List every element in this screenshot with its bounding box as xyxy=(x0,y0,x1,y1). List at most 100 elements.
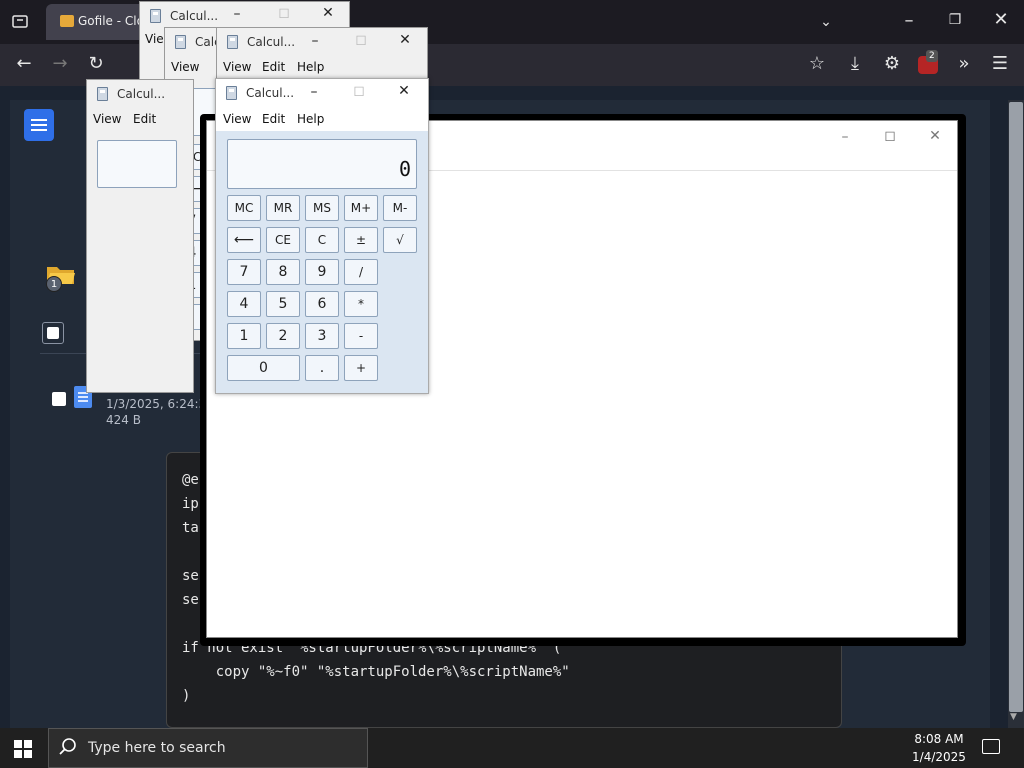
key-sqrt[interactable]: √ xyxy=(383,227,417,253)
key-9[interactable]: 9 xyxy=(305,259,339,285)
folder-count-badge: 1 xyxy=(46,276,62,292)
clock-date[interactable]: 1/4/2025 xyxy=(904,750,974,764)
key-multiply[interactable]: * xyxy=(344,291,378,317)
calculator-body: 0 MC MR MS M+ M- ⟵ CE C ± √ 7 8 9 / 4 5 … xyxy=(216,131,428,393)
minimize-icon[interactable]: – xyxy=(304,84,324,100)
downloads-icon[interactable]: ⤓ xyxy=(843,54,867,74)
key-add[interactable]: + xyxy=(344,355,378,381)
notepad-maximize-icon[interactable]: ◻ xyxy=(875,126,905,146)
menu-help[interactable]: Help xyxy=(297,60,324,74)
search-icon xyxy=(59,738,76,755)
calculator-icon xyxy=(150,9,161,23)
maximize-icon[interactable]: ◻ xyxy=(349,83,369,99)
maximize-icon[interactable]: ◻ xyxy=(274,5,294,21)
key-subtract[interactable]: - xyxy=(344,323,378,349)
code-line: ta xyxy=(182,520,199,536)
minimize-icon[interactable]: – xyxy=(305,33,325,49)
reload-icon[interactable]: ↻ xyxy=(84,54,108,74)
close-window-icon[interactable]: ✕ xyxy=(989,10,1013,30)
close-icon[interactable]: ✕ xyxy=(395,32,415,48)
key-ms[interactable]: MS xyxy=(305,195,339,221)
key-mr[interactable]: MR xyxy=(266,195,300,221)
clock-time[interactable]: 8:08 AM xyxy=(904,732,974,746)
minimize-window-icon[interactable]: – xyxy=(897,11,921,31)
calculator-icon xyxy=(175,35,186,49)
calculator-window-main[interactable]: Calcul... – ◻ ✕ View Edit Help 0 MC MR M… xyxy=(215,78,429,394)
code-line: se xyxy=(182,568,199,584)
code-line: @e xyxy=(182,472,199,488)
key-plus-minus[interactable]: ± xyxy=(344,227,378,253)
select-all-checkbox[interactable] xyxy=(42,322,64,344)
key-2[interactable]: 2 xyxy=(266,323,300,349)
calculator-icon xyxy=(97,87,108,101)
key-1[interactable]: 1 xyxy=(227,323,261,349)
key-decimal[interactable]: . xyxy=(305,355,339,381)
menu-view[interactable]: View xyxy=(223,112,251,126)
hamburger-menu-icon[interactable]: ☰ xyxy=(988,54,1012,74)
search-placeholder: Type here to search xyxy=(88,740,226,756)
tab-list-icon[interactable] xyxy=(8,12,32,35)
notification-center-icon[interactable] xyxy=(982,739,1000,754)
key-ce[interactable]: CE xyxy=(266,227,300,253)
code-line: se xyxy=(182,592,199,608)
notepad-close-icon[interactable]: ✕ xyxy=(920,126,950,146)
browser-tab-gofile[interactable]: Gofile - Clo xyxy=(46,4,146,40)
key-6[interactable]: 6 xyxy=(305,291,339,317)
calculator-display xyxy=(97,140,177,188)
code-line: copy "%~f0" "%startupFolder%\%scriptName… xyxy=(182,664,570,680)
calculator-title: Calcul... xyxy=(170,9,219,23)
file-size: 424 B xyxy=(106,413,141,427)
ublock-count-badge: 2 xyxy=(926,50,938,62)
calculator-icon xyxy=(226,86,237,100)
bookmark-star-icon[interactable]: ☆ xyxy=(805,54,829,74)
minimize-icon[interactable]: – xyxy=(227,6,247,22)
tab-title: Gofile - Clo xyxy=(78,14,144,28)
key-7[interactable]: 7 xyxy=(227,259,261,285)
menu-view[interactable]: View xyxy=(93,112,121,126)
key-8[interactable]: 8 xyxy=(266,259,300,285)
close-icon[interactable]: ✕ xyxy=(394,83,414,99)
back-arrow-icon[interactable]: ← xyxy=(12,54,36,74)
gofile-favicon-icon xyxy=(60,15,74,27)
menu-edit[interactable]: Edit xyxy=(262,60,285,74)
key-5[interactable]: 5 xyxy=(266,291,300,317)
key-0[interactable]: 0 xyxy=(227,355,300,381)
calculator-title: Calcul... xyxy=(246,86,295,100)
maximize-icon[interactable]: ◻ xyxy=(351,32,371,48)
menu-edit[interactable]: Edit xyxy=(262,112,285,126)
menu-view[interactable]: View xyxy=(171,60,199,74)
menu-edit[interactable]: Edit xyxy=(133,112,156,126)
windows-start-icon[interactable] xyxy=(14,740,32,758)
restore-window-icon[interactable]: ❐ xyxy=(943,10,967,30)
file-date: 1/3/2025, 6:24:35 xyxy=(106,397,214,411)
key-c[interactable]: C xyxy=(305,227,339,253)
calculator-title: Calcul... xyxy=(117,87,166,101)
key-m-plus[interactable]: M+ xyxy=(344,195,378,221)
extensions-puzzle-icon[interactable]: ⚙ xyxy=(880,54,904,74)
menu-view[interactable]: Vie xyxy=(145,32,164,46)
calculator-title: Calcul... xyxy=(247,35,296,49)
key-m-minus[interactable]: M- xyxy=(383,195,417,221)
key-mc[interactable]: MC xyxy=(227,195,261,221)
scrollbar-thumb[interactable] xyxy=(1009,102,1023,712)
key-backspace[interactable]: ⟵ xyxy=(227,227,261,253)
calculator-display: 0 xyxy=(227,139,417,189)
key-divide[interactable]: / xyxy=(344,259,378,285)
code-line: ip xyxy=(182,496,199,512)
code-line: ) xyxy=(182,688,191,704)
notepad-minimize-icon[interactable]: – xyxy=(830,127,860,147)
chevron-down-icon[interactable]: ⌄ xyxy=(814,12,838,32)
overflow-chevrons-icon[interactable]: » xyxy=(952,54,976,74)
calculator-icon xyxy=(227,35,238,49)
key-3[interactable]: 3 xyxy=(305,323,339,349)
menu-view[interactable]: View xyxy=(223,60,251,74)
file-checkbox[interactable] xyxy=(52,392,66,406)
menu-help[interactable]: Help xyxy=(297,112,324,126)
sidebar-menu-button[interactable] xyxy=(24,109,54,141)
scroll-down-arrow-icon[interactable]: ▼ xyxy=(1010,712,1017,722)
calculator-window-back-4[interactable]: Calcul... View Edit xyxy=(86,79,194,393)
key-4[interactable]: 4 xyxy=(227,291,261,317)
display-value: 0 xyxy=(398,157,411,181)
close-icon[interactable]: ✕ xyxy=(318,5,338,21)
forward-arrow-icon[interactable]: → xyxy=(48,54,72,74)
